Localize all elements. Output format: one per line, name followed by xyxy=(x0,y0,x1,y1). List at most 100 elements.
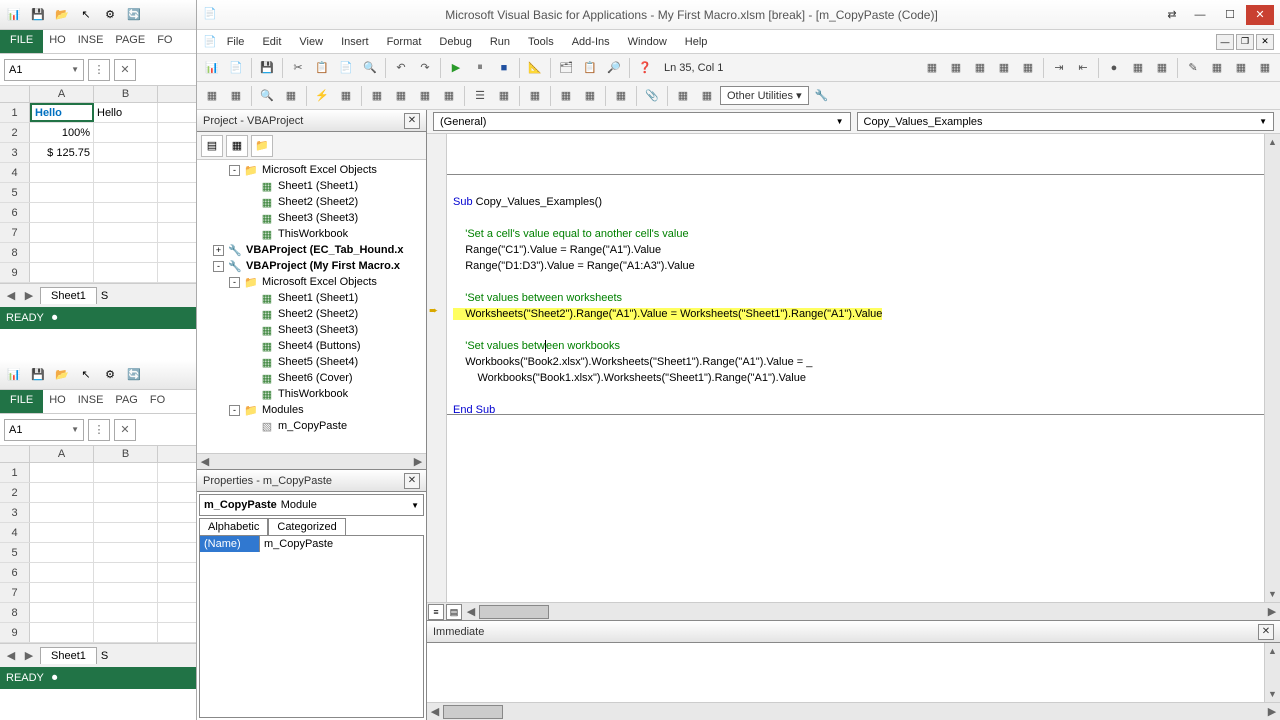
code-vscrollbar[interactable]: ▲▼ xyxy=(1264,134,1280,602)
full-module-view-icon[interactable]: ▤ xyxy=(446,604,462,620)
prop-value-cell[interactable]: m_CopyPaste xyxy=(260,536,423,552)
ribbon-tab-insert[interactable]: INSE xyxy=(72,390,110,413)
cell[interactable] xyxy=(94,203,158,222)
cell-a3[interactable]: $ 125.75 xyxy=(30,143,94,162)
sheet-tab-partial[interactable]: S xyxy=(101,290,108,302)
ribbon-tab-formulas[interactable]: FO xyxy=(151,30,178,53)
tab-categorized[interactable]: Categorized xyxy=(268,518,345,535)
toolbar-icon[interactable]: ▦ xyxy=(335,85,357,107)
toolbar-icon[interactable]: ▦ xyxy=(438,85,460,107)
list-icon[interactable]: ☰ xyxy=(469,85,491,107)
cell[interactable] xyxy=(30,623,94,642)
toolbar-icon[interactable]: ▦ xyxy=(493,85,515,107)
tree-item[interactable]: +🔧VBAProject (EC_Tab_Hound.x xyxy=(199,242,424,258)
ribbon-tab-page[interactable]: PAGE xyxy=(109,30,151,53)
minimize-button[interactable]: — xyxy=(1186,5,1214,25)
col-header-a[interactable]: A xyxy=(30,86,94,102)
select-all-corner[interactable] xyxy=(0,86,30,102)
row-header[interactable]: 2 xyxy=(0,483,30,502)
cell[interactable] xyxy=(30,163,94,182)
toolbar-icon[interactable]: ▦ xyxy=(366,85,388,107)
col-header-a[interactable]: A xyxy=(30,446,94,462)
tree-item[interactable]: ▦Sheet3 (Sheet3) xyxy=(199,210,424,226)
toolbar-icon[interactable]: ✎ xyxy=(1182,57,1204,79)
cell[interactable] xyxy=(94,563,158,582)
name-box[interactable]: A1▼ xyxy=(4,59,84,81)
attach-icon[interactable]: 📎 xyxy=(641,85,663,107)
cursor-icon[interactable]: ↖ xyxy=(78,367,94,383)
file-tab[interactable]: FILE xyxy=(0,30,43,53)
cell[interactable] xyxy=(94,603,158,622)
cell[interactable] xyxy=(94,123,158,142)
design-mode-icon[interactable]: 📐 xyxy=(524,57,546,79)
properties-icon[interactable]: 📋 xyxy=(579,57,601,79)
insert-module-icon[interactable]: 📄 xyxy=(225,57,247,79)
cell[interactable] xyxy=(94,523,158,542)
row-header[interactable]: 3 xyxy=(0,503,30,522)
cell[interactable] xyxy=(94,623,158,642)
cancel-icon[interactable]: ✕ xyxy=(114,419,136,441)
row-header[interactable]: 9 xyxy=(0,623,30,642)
properties-panel-title[interactable]: Properties - m_CopyPaste ✕ xyxy=(197,470,426,492)
tree-item[interactable]: -📁Microsoft Excel Objects xyxy=(199,162,424,178)
restore-window-icon[interactable]: ⇄ xyxy=(1158,5,1186,25)
menu-insert[interactable]: Insert xyxy=(333,34,377,50)
mdi-restore[interactable]: ❐ xyxy=(1236,34,1254,50)
save-icon[interactable]: 💾 xyxy=(30,7,46,23)
menu-run[interactable]: Run xyxy=(482,34,518,50)
cut-icon[interactable]: ✂ xyxy=(287,57,309,79)
tree-item[interactable]: ▦Sheet3 (Sheet3) xyxy=(199,322,424,338)
properties-object-combo[interactable]: m_CopyPaste Module ▼ xyxy=(199,494,424,516)
select-all-corner[interactable] xyxy=(0,446,30,462)
tree-item[interactable]: -📁Modules xyxy=(199,402,424,418)
procedure-combo[interactable]: Copy_Values_Examples▼ xyxy=(857,112,1275,131)
toolbar-icon[interactable]: ▦ xyxy=(280,85,302,107)
macro-record-icon[interactable]: ⏺ xyxy=(52,312,58,325)
macro-record-icon[interactable]: ⏺ xyxy=(52,672,58,685)
close-panel-icon[interactable]: ✕ xyxy=(1258,624,1274,640)
cell[interactable] xyxy=(30,563,94,582)
cell[interactable] xyxy=(30,183,94,202)
tree-item[interactable]: ▦ThisWorkbook xyxy=(199,386,424,402)
cell[interactable] xyxy=(30,483,94,502)
ribbon-tab-home[interactable]: HO xyxy=(43,30,72,53)
row-header[interactable]: 2 xyxy=(0,123,30,142)
mdi-close[interactable]: ✕ xyxy=(1256,34,1274,50)
file-tab[interactable]: FILE xyxy=(0,390,43,413)
cell[interactable] xyxy=(30,503,94,522)
close-panel-icon[interactable]: ✕ xyxy=(404,113,420,129)
cell-a2[interactable]: 100% xyxy=(30,123,94,142)
expand-icon[interactable]: - xyxy=(229,165,240,176)
cell[interactable] xyxy=(30,463,94,482)
immediate-vscrollbar[interactable]: ▲▼ xyxy=(1264,643,1280,702)
toolbar-icon[interactable]: ● xyxy=(1103,57,1125,79)
expand-icon[interactable]: - xyxy=(229,405,240,416)
code-editor[interactable]: ➨ Sub Copy_Values_Examples() 'Set a cell… xyxy=(427,134,1280,602)
cell[interactable] xyxy=(94,223,158,242)
tree-item[interactable]: ▦Sheet1 (Sheet1) xyxy=(199,290,424,306)
break-icon[interactable]: ⏸ xyxy=(469,57,491,79)
menu-tools[interactable]: Tools xyxy=(520,34,562,50)
sheet-nav-prev[interactable]: ◀ xyxy=(4,289,18,302)
open-icon[interactable]: 📂 xyxy=(54,7,70,23)
row-header[interactable]: 9 xyxy=(0,263,30,282)
procedure-view-icon[interactable]: ≡ xyxy=(428,604,444,620)
cell[interactable] xyxy=(30,203,94,222)
tab-alphabetic[interactable]: Alphabetic xyxy=(199,518,268,535)
menu-file[interactable]: File xyxy=(219,34,253,50)
tree-item[interactable]: ▦Sheet5 (Sheet4) xyxy=(199,354,424,370)
save-icon[interactable]: 💾 xyxy=(256,57,278,79)
toolbar-icon[interactable]: ⚡ xyxy=(311,85,333,107)
cell[interactable] xyxy=(30,223,94,242)
close-panel-icon[interactable]: ✕ xyxy=(404,473,420,489)
cell[interactable] xyxy=(30,603,94,622)
toolbar-icon[interactable]: ▦ xyxy=(921,57,943,79)
cell[interactable] xyxy=(94,183,158,202)
toolbar-icon[interactable]: ▦ xyxy=(1254,57,1276,79)
tree-item[interactable]: ▧m_CopyPaste xyxy=(199,418,424,434)
cell[interactable] xyxy=(94,143,158,162)
name-box[interactable]: A1▼ xyxy=(4,419,84,441)
ribbon-tab-formulas[interactable]: FO xyxy=(144,390,171,413)
tree-hscrollbar[interactable]: ◀▶ xyxy=(197,453,426,469)
redo-icon[interactable]: ↷ xyxy=(414,57,436,79)
